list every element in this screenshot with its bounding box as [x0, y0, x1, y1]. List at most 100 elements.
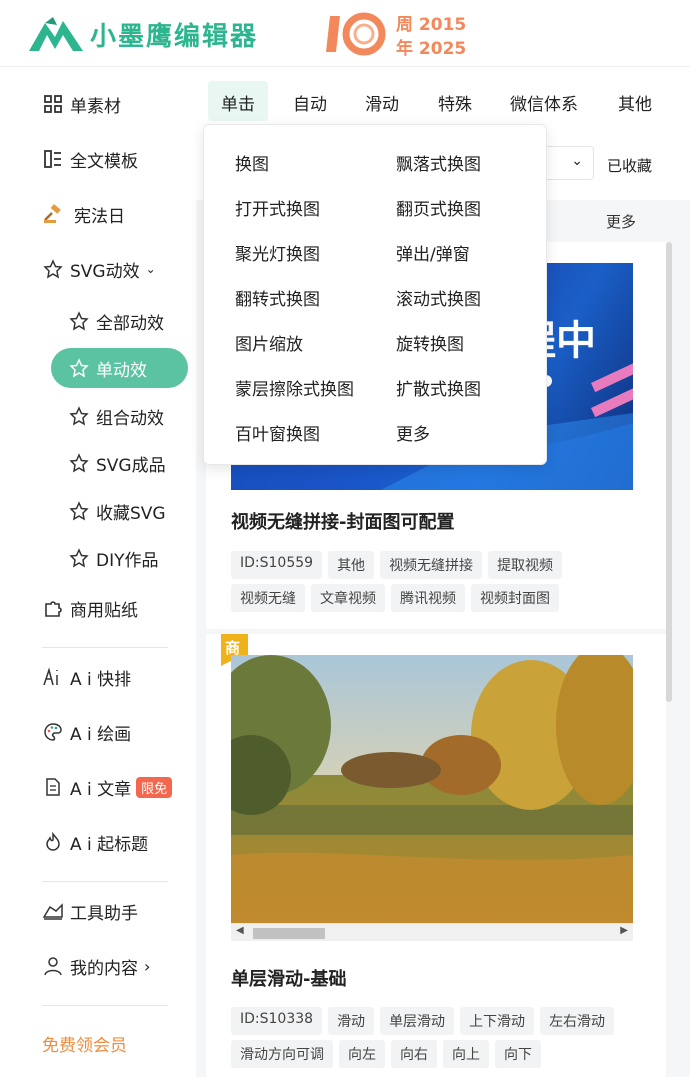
tag-row: ID:S10338 滑动 单层滑动 上下滑动 左右滑动	[231, 1007, 615, 1035]
tag[interactable]: 文章视频	[311, 584, 385, 612]
chevron-down-icon: ⌄	[571, 153, 583, 169]
card-title: 单层滑动-基础	[231, 969, 347, 990]
tag[interactable]: 向上	[443, 1040, 489, 1068]
scroll-right-icon[interactable]: ▶	[620, 925, 628, 936]
sidebar-item-label: A i 快排	[70, 669, 132, 690]
sidebar-item-label: SVG动效	[70, 261, 140, 282]
tab-slide[interactable]: 滑动	[365, 90, 399, 115]
sidebar-item-label: 单素材	[70, 96, 121, 117]
tag[interactable]: 滑动方向可调	[231, 1040, 333, 1068]
material-card[interactable]: 商 ◀ ▶ 单层滑动-基础 ID:S10338 滑动 单层滑动 上下滑动 左右滑…	[206, 634, 666, 1077]
sidebar-item-ai-painting[interactable]: A i 绘画	[42, 718, 131, 746]
tag[interactable]: 上下滑动	[460, 1007, 535, 1035]
scrollbar-thumb[interactable]	[253, 928, 325, 939]
tag[interactable]: 视频封面图	[471, 584, 559, 612]
sidebar-item-ai-headline[interactable]: A i 起标题	[42, 828, 148, 856]
menu-item[interactable]: 弹出/弹窗	[396, 240, 470, 265]
sidebar-item-single-material[interactable]: 单素材	[42, 90, 121, 118]
tag-row: ID:S10559 其他 视频无缝拼接 提取视频	[231, 551, 563, 579]
sidebar-item-tools[interactable]: 工具助手	[42, 897, 138, 925]
tag[interactable]: 腾讯视频	[391, 584, 465, 612]
sidebar-item-ai-article[interactable]: A i 文章 限免	[42, 773, 173, 801]
sidebar-item-svg-products[interactable]: SVG成品	[68, 449, 166, 477]
menu-item[interactable]: 聚光灯换图	[235, 240, 320, 265]
vertical-scrollbar[interactable]	[666, 242, 672, 702]
menu-item[interactable]: 翻转式换图	[235, 285, 320, 310]
menu-item[interactable]: 扩散式换图	[396, 375, 481, 400]
anniversary-line2: 年 2025	[396, 39, 467, 59]
menu-item[interactable]: 飘落式换图	[396, 150, 481, 175]
tag[interactable]: ID:S10559	[231, 551, 323, 579]
star-outline-icon	[68, 452, 90, 474]
doc-icon	[42, 776, 64, 798]
sidebar-item-label: 商用贴纸	[70, 600, 138, 621]
sidebar-divider	[42, 647, 168, 648]
tab-auto[interactable]: 自动	[293, 90, 327, 115]
tag[interactable]: 向右	[391, 1040, 437, 1068]
sidebar-item-all-effects[interactable]: 全部动效	[68, 307, 164, 335]
tag[interactable]: 其他	[328, 551, 375, 579]
chevron-down-icon: ⌄	[145, 262, 156, 276]
sidebar-item-my-content[interactable]: 我的内容 ›	[42, 952, 150, 980]
user-icon	[42, 955, 64, 977]
sidebar: 单素材 全文模板 宪法日 SVG动效 ⌄ 全部动效 单动效 组合动效 SVG成品…	[0, 68, 196, 1077]
tag[interactable]: 提取视频	[488, 551, 563, 579]
tag[interactable]: 滑动	[328, 1007, 375, 1035]
anniversary-line1: 周 2015	[396, 15, 467, 35]
tag[interactable]: 单层滑动	[380, 1007, 455, 1035]
tab-wechat[interactable]: 微信体系	[510, 90, 578, 115]
eagle-logo-icon	[29, 17, 83, 51]
card-thumbnail	[231, 655, 633, 923]
tag[interactable]: 向下	[495, 1040, 541, 1068]
sidebar-item-ai-layout[interactable]: A i 快排	[42, 663, 131, 691]
sidebar-item-single-effect[interactable]: 单动效	[68, 354, 147, 382]
tag[interactable]: 左右滑动	[540, 1007, 615, 1035]
free-vip-link[interactable]: 免费领会员	[42, 1029, 127, 1057]
menu-item[interactable]: 图片缩放	[235, 330, 303, 355]
menu-item[interactable]: 翻页式换图	[396, 195, 481, 220]
star-s-icon	[68, 310, 90, 332]
sidebar-item-label: 工具助手	[70, 903, 138, 924]
tab-other[interactable]: 其他	[618, 90, 652, 115]
menu-item[interactable]: 旋转换图	[396, 330, 464, 355]
sidebar-item-label: A i 文章	[70, 779, 132, 800]
tab-special[interactable]: 特殊	[438, 90, 472, 115]
sidebar-item-label: 全文模板	[70, 151, 138, 172]
sidebar-item-diy-works[interactable]: DIY作品	[68, 544, 159, 572]
sidebar-item-stickers[interactable]: 商用贴纸	[42, 594, 138, 622]
sidebar-item-constitution-day[interactable]: 宪法日	[42, 200, 125, 228]
sidebar-divider	[42, 1005, 168, 1006]
horizontal-scrollbar[interactable]: ◀ ▶	[231, 923, 633, 941]
tag[interactable]: ID:S10338	[231, 1007, 323, 1035]
sidebar-item-label: 收藏SVG	[96, 503, 166, 524]
sidebar-item-full-template[interactable]: 全文模板	[42, 145, 138, 173]
menu-item[interactable]: 打开式换图	[235, 195, 320, 220]
more-link[interactable]: 更多	[606, 211, 636, 232]
menu-item[interactable]: 滚动式换图	[396, 285, 481, 310]
sidebar-item-label: DIY作品	[96, 550, 159, 571]
sidebar-item-label: 我的内容	[70, 958, 138, 979]
sidebar-item-label: A i 绘画	[70, 724, 132, 745]
scroll-left-icon[interactable]: ◀	[236, 925, 244, 936]
tag[interactable]: 向左	[339, 1040, 385, 1068]
sidebar-item-fav-svg[interactable]: 收藏SVG	[68, 497, 166, 525]
tag[interactable]: 视频无缝	[231, 584, 305, 612]
tab-click[interactable]: 单击	[221, 90, 255, 115]
sidebar-item-svg-effects[interactable]: SVG动效 ⌄	[42, 255, 156, 283]
category-tabs: 单击 自动 滑动 特殊 微信体系 其他	[196, 68, 690, 124]
sidebar-item-combo-effects[interactable]: 组合动效	[68, 402, 164, 430]
flame-icon	[42, 831, 64, 853]
menu-item[interactable]: 百叶窗换图	[235, 420, 320, 445]
menu-item[interactable]: 蒙层擦除式换图	[235, 375, 354, 400]
free-badge: 限免	[136, 776, 173, 798]
landscape-painting-icon	[231, 655, 633, 923]
template-icon	[42, 148, 64, 170]
ai-icon	[42, 666, 64, 688]
tag[interactable]: 视频无缝拼接	[380, 551, 483, 579]
menu-item[interactable]: 换图	[235, 150, 269, 175]
star-1-icon	[68, 357, 90, 379]
tag-row: 视频无缝 文章视频 腾讯视频 视频封面图	[231, 584, 559, 612]
sidebar-divider	[42, 881, 168, 882]
favorited-filter[interactable]: 已收藏	[607, 155, 652, 176]
menu-item-more[interactable]: 更多	[396, 420, 430, 445]
